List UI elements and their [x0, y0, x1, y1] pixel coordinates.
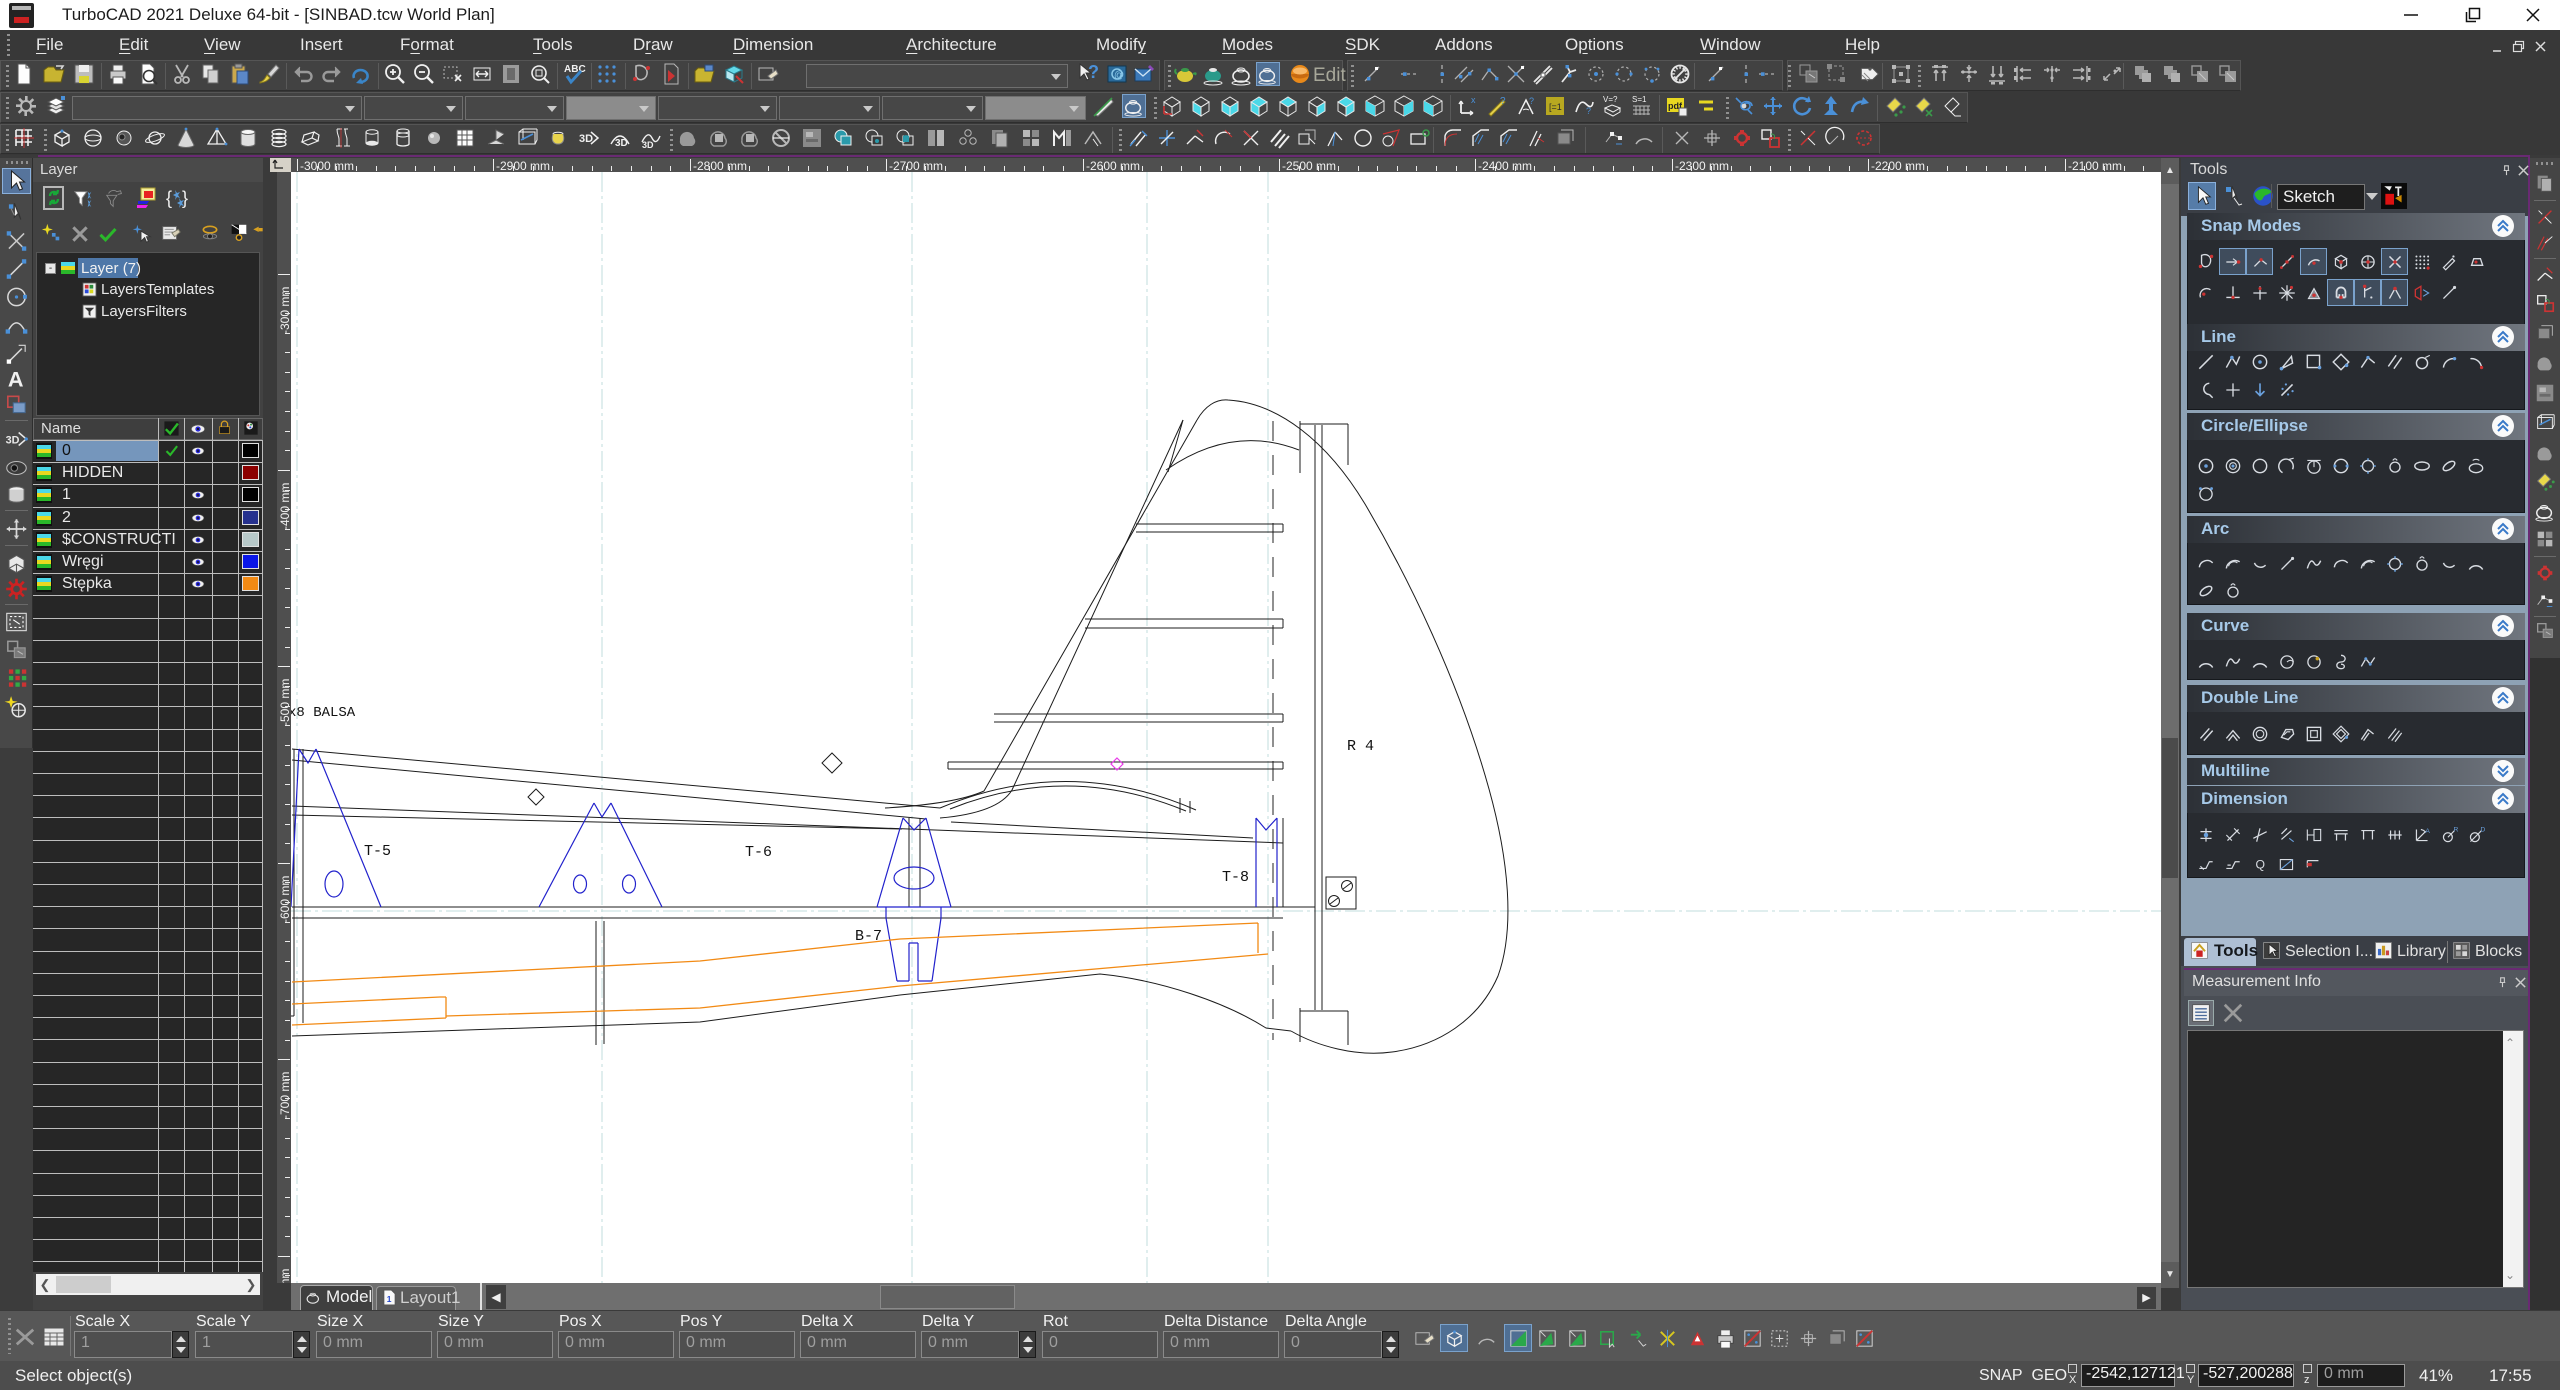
svg-text:A: A: [8, 367, 24, 392]
svg-text:T-6: T-6: [745, 844, 772, 861]
svg-text:?: ?: [1586, 106, 1591, 116]
svg-text:{: {: [166, 188, 172, 208]
svg-text:1: 1: [387, 1294, 392, 1304]
svg-text:Q: Q: [2256, 857, 2266, 871]
svg-text:?: ?: [1529, 96, 1534, 106]
svg-text:B-7: B-7: [855, 928, 882, 945]
svg-text:3D: 3D: [642, 140, 654, 150]
svg-text:[=1: [=1: [1549, 102, 1562, 112]
svg-text:3D: 3D: [6, 434, 20, 446]
svg-text:?: ?: [1500, 96, 1506, 107]
svg-text:T-5: T-5: [364, 843, 391, 860]
svg-text:?: ?: [1088, 62, 1099, 82]
svg-text:T-8: T-8: [1222, 869, 1249, 886]
svg-text:R: R: [2453, 827, 2458, 834]
svg-text:ABC: ABC: [564, 64, 586, 75]
svg-text:x8 BALSA: x8 BALSA: [291, 705, 356, 721]
svg-text:x: x: [1471, 95, 1476, 105]
svg-text:V=?: V=?: [1603, 95, 1618, 104]
svg-text:3D: 3D: [615, 138, 628, 149]
svg-text:@: @: [1114, 70, 1124, 81]
svg-text:S=1: S=1: [1632, 95, 1647, 104]
svg-text:D: D: [2480, 827, 2485, 834]
svg-text:A: A: [2425, 828, 2430, 835]
svg-text:}: }: [182, 188, 188, 208]
svg-text:R 4: R 4: [1347, 738, 1374, 755]
